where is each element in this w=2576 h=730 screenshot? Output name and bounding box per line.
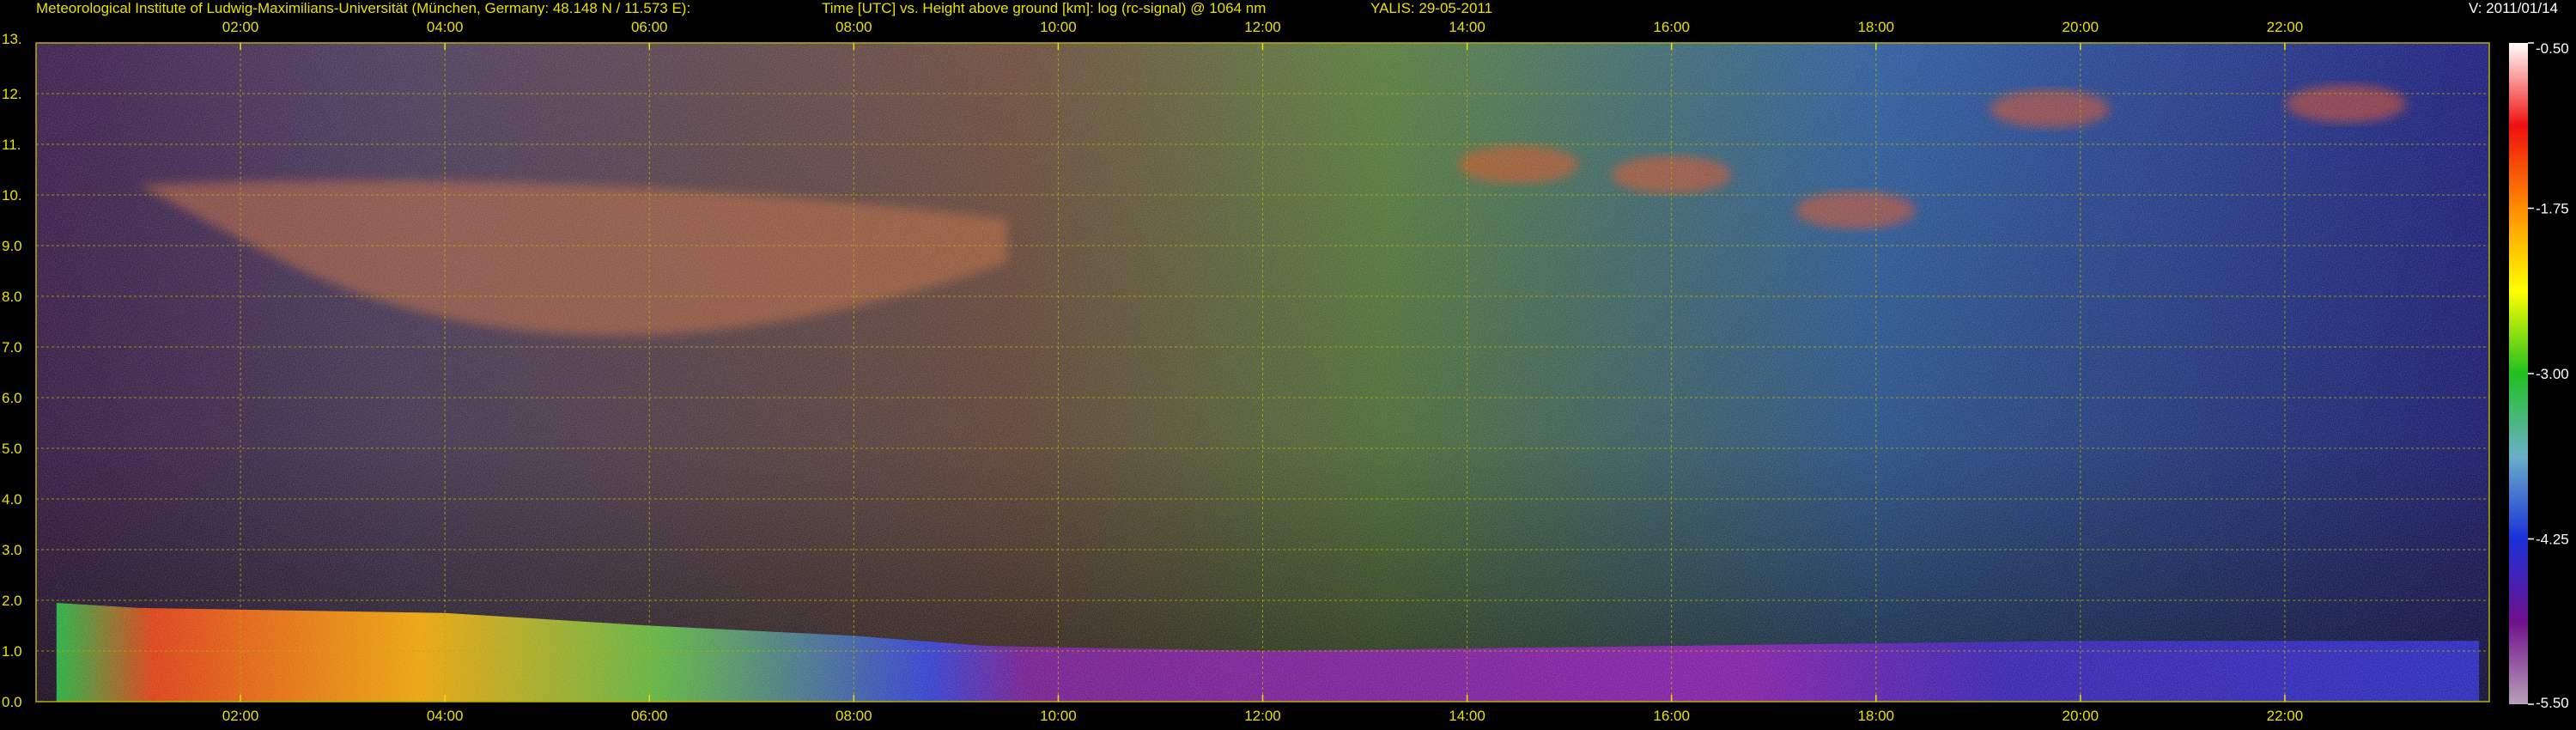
colorbar-tick-label: -4.25	[2536, 532, 2569, 548]
y-tick-label: 12.	[2, 86, 22, 102]
x-tick-label-top: 06:00	[631, 19, 668, 35]
y-tick-label: 6.0	[2, 390, 22, 406]
colorbar-tick-label: -3.00	[2536, 366, 2569, 382]
y-tick-label: 0.0	[2, 694, 22, 710]
x-tick-label: 06:00	[631, 708, 668, 724]
y-tick-label: 8.0	[2, 289, 22, 305]
lidar-chart: 02:00 04:00 06:00 08:00 10:00 12:00 14:00 16:00…	[2, 19, 2569, 724]
colorbar-tick-label: -1.75	[2536, 201, 2569, 217]
x-tick-label-top: 16:00	[1653, 19, 1690, 35]
x-tick-label: 18:00	[1857, 708, 1894, 724]
colorbar-tick-label: -0.50	[2536, 40, 2569, 57]
colorbar-tick-label: -5.50	[2536, 695, 2569, 711]
x-tick-label-top: 02:00	[222, 19, 259, 35]
x-tick-label: 22:00	[2267, 708, 2304, 724]
x-tick-label: 02:00	[222, 708, 259, 724]
y-tick-label: 11.	[2, 137, 21, 153]
x-tick-label: 04:00	[427, 708, 464, 724]
plot-area	[36, 43, 2489, 702]
x-tick-label: 10:00	[1040, 708, 1077, 724]
y-tick-label: 3.0	[2, 542, 22, 558]
y-tick-label: 4.0	[2, 491, 22, 508]
y-tick-label: 9.0	[2, 238, 22, 254]
x-tick-label-top: 20:00	[2063, 19, 2099, 35]
x-tick-label: 12:00	[1244, 708, 1281, 724]
y-tick-label: 7.0	[2, 339, 22, 356]
x-tick-label-top: 18:00	[1857, 19, 1894, 35]
x-tick-label-top: 22:00	[2267, 19, 2304, 35]
y-tick-label: 1.0	[2, 643, 22, 660]
x-tick-label: 16:00	[1653, 708, 1690, 724]
y-tick-label: 10.	[2, 187, 22, 204]
y-tick-label: 5.0	[2, 441, 22, 457]
x-tick-label-top: 14:00	[1449, 19, 1485, 35]
x-tick-label-top: 04:00	[427, 19, 464, 35]
y-tick-label: 13.	[2, 31, 22, 47]
x-tick-label: 20:00	[2063, 708, 2099, 724]
colorbar-ticks: -0.50 -1.75 -3.00 -4.25 -5.50	[2528, 40, 2569, 711]
x-tick-label-top: 08:00	[835, 19, 872, 35]
x-tick-label: 08:00	[835, 708, 872, 724]
colorbar	[2509, 43, 2528, 704]
x-tick-label-top: 12:00	[1244, 19, 1281, 35]
y-axis: 13. 12. 11. 10. 9.0 8.0 7.0 6.0 5.0 4.0 3.0 2.0 1.0 0…	[2, 31, 22, 710]
y-tick-label: 2.0	[2, 593, 22, 609]
x-tick-label: 14:00	[1449, 708, 1485, 724]
x-tick-label-top: 10:00	[1040, 19, 1077, 35]
